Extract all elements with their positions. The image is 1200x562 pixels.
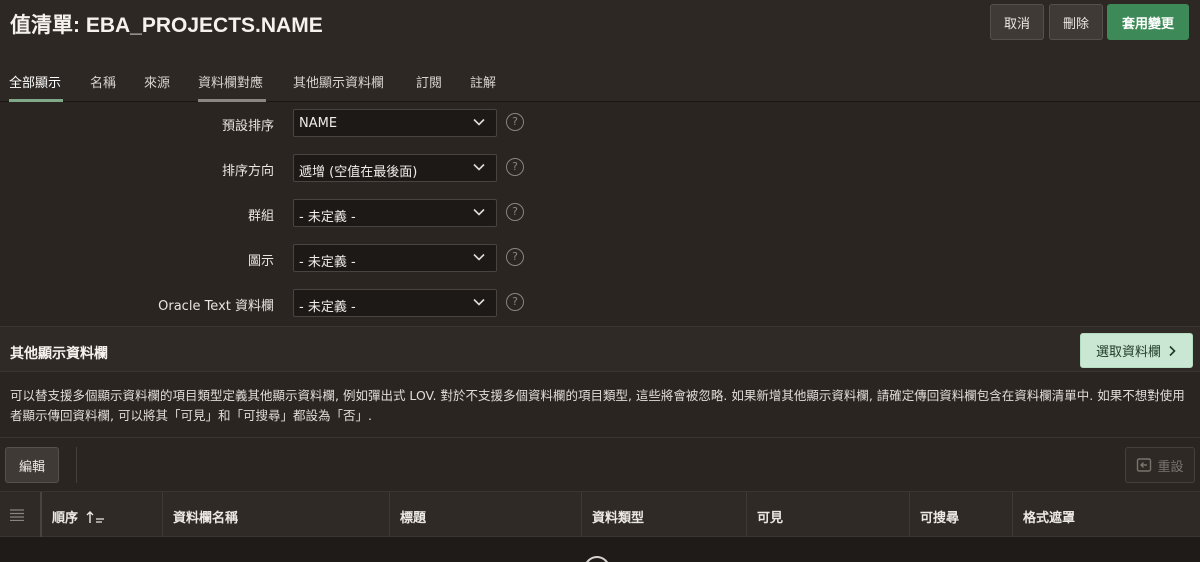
tab-label: 名稱	[90, 76, 117, 91]
col-header-label: 順序	[52, 511, 79, 526]
group-row: 群組 - 未定義 - ?	[0, 199, 560, 227]
chevron-down-icon	[473, 208, 485, 216]
grid-toolbar: 編輯 重設	[0, 437, 1200, 491]
default-sort-value: NAME	[299, 116, 338, 131]
col-header-label: 資料欄名稱	[173, 511, 239, 526]
reset-label: 重設	[1157, 459, 1184, 475]
select-columns-button[interactable]: 選取資料欄	[1080, 333, 1193, 368]
help-icon[interactable]: ?	[506, 293, 524, 311]
section-title: 其他顯示資料欄	[10, 346, 108, 362]
chevron-down-icon	[473, 298, 485, 306]
col-header-searchable[interactable]: 可搜尋	[909, 492, 1012, 538]
icon-select[interactable]: - 未定義 -	[293, 244, 497, 272]
icon-value: - 未定義 -	[299, 255, 356, 270]
chevron-down-icon	[473, 253, 485, 261]
oracle-text-label: Oracle Text 資料欄	[158, 299, 274, 314]
toolbar-divider	[76, 447, 77, 483]
tab-comments[interactable]: 註解	[470, 64, 497, 102]
section-description: 可以替支援多個顯示資料欄的項目類型定義其他顯示資料欄, 例如彈出式 LOV. 對…	[10, 388, 1185, 423]
col-header-label: 資料類型	[592, 511, 645, 526]
oracle-text-value: - 未定義 -	[299, 300, 356, 315]
select-columns-label: 選取資料欄	[1095, 345, 1161, 360]
sort-direction-row: 排序方向 遞增 (空值在最後面) ?	[0, 154, 560, 182]
col-header-data-type[interactable]: 資料類型	[581, 492, 746, 538]
col-header-visible[interactable]: 可見	[746, 492, 909, 538]
oracle-text-select[interactable]: - 未定義 -	[293, 289, 497, 317]
help-icon[interactable]: ?	[506, 203, 524, 221]
edit-button[interactable]: 編輯	[5, 447, 59, 483]
help-icon[interactable]: ?	[506, 113, 524, 131]
sort-direction-value: 遞增 (空值在最後面)	[299, 165, 418, 180]
grid-menu-handle[interactable]	[0, 492, 42, 538]
col-header-label: 可見	[757, 511, 784, 526]
sort-ascending-icon	[86, 511, 104, 523]
loading-spinner-icon	[584, 556, 610, 562]
tab-show-all[interactable]: 全部顯示	[9, 64, 63, 102]
chevron-down-icon	[473, 163, 485, 171]
grid-header: 順序 資料欄名稱 標題 資料類型 可見 可搜尋 格式遮罩	[0, 491, 1200, 538]
tab-source[interactable]: 來源	[144, 64, 171, 102]
tab-label: 訂閱	[416, 76, 443, 91]
help-icon[interactable]: ?	[506, 158, 524, 176]
tab-name[interactable]: 名稱	[90, 64, 117, 102]
reset-icon	[1137, 458, 1152, 472]
tab-additional-display-columns[interactable]: 其他顯示資料欄	[293, 64, 389, 102]
col-header-label: 標題	[400, 511, 427, 526]
delete-button[interactable]: 刪除	[1049, 4, 1103, 40]
default-sort-label: 預設排序	[221, 119, 274, 134]
tab-label: 全部顯示	[9, 76, 62, 91]
default-sort-row: 預設排序 NAME ?	[0, 109, 560, 137]
col-header-label: 格式遮罩	[1023, 511, 1076, 526]
icon-label: 圖示	[247, 254, 274, 269]
tab-bar: 全部顯示 名稱 來源 資料欄對應 其他顯示資料欄 訂閱 註解	[0, 64, 497, 102]
menu-icon	[10, 509, 24, 521]
help-icon[interactable]: ?	[506, 248, 524, 266]
group-select[interactable]: - 未定義 -	[293, 199, 497, 227]
col-header-sequence[interactable]: 順序	[42, 492, 162, 538]
group-value: - 未定義 -	[299, 210, 356, 225]
group-label: 群組	[247, 209, 274, 224]
tab-subscription[interactable]: 訂閱	[416, 64, 443, 102]
tab-column-mapping[interactable]: 資料欄對應	[198, 64, 266, 102]
col-header-heading[interactable]: 標題	[389, 492, 581, 538]
chevron-right-icon	[1169, 345, 1176, 356]
col-header-label: 可搜尋	[920, 511, 960, 526]
reset-button[interactable]: 重設	[1125, 447, 1195, 483]
tab-label: 資料欄對應	[198, 76, 264, 91]
tab-label: 來源	[144, 76, 171, 91]
page-title: 值清單: EBA_PROJECTS.NAME	[10, 14, 323, 37]
apply-changes-button[interactable]: 套用變更	[1107, 4, 1189, 40]
oracle-text-row: Oracle Text 資料欄 - 未定義 - ?	[0, 289, 560, 317]
chevron-down-icon	[473, 118, 485, 126]
tab-label: 其他顯示資料欄	[293, 76, 385, 91]
default-sort-select[interactable]: NAME	[293, 109, 497, 137]
sort-direction-select[interactable]: 遞增 (空值在最後面)	[293, 154, 497, 182]
additional-columns-header: 其他顯示資料欄 選取資料欄	[0, 326, 1200, 372]
icon-row: 圖示 - 未定義 - ?	[0, 244, 560, 272]
sort-direction-label: 排序方向	[221, 164, 274, 179]
grid-body	[0, 537, 1200, 562]
tab-label: 註解	[470, 76, 497, 91]
page-header: 值清單: EBA_PROJECTS.NAME 取消 刪除 套用變更 全部顯示 名…	[0, 0, 1200, 102]
cancel-button[interactable]: 取消	[990, 4, 1044, 40]
col-header-column-name[interactable]: 資料欄名稱	[162, 492, 389, 538]
col-header-format-mask[interactable]: 格式遮罩	[1012, 492, 1200, 538]
